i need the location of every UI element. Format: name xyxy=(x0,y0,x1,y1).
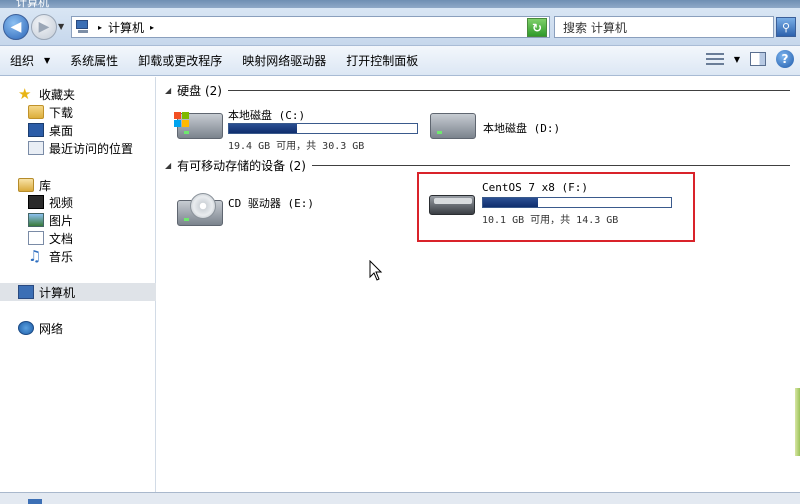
cd-drive-icon xyxy=(177,193,223,226)
sidebar-item-pictures[interactable]: 图片 xyxy=(28,211,156,229)
drive-d[interactable]: 本地磁盘 (D:) xyxy=(430,105,600,153)
address-row: ◀ ▶ ▼ ▸ 计算机 ▸ ▼ ↻ 搜索 计算机 ⚲ xyxy=(0,8,800,46)
video-icon xyxy=(28,195,44,209)
organize-button[interactable]: 组织 ▼ xyxy=(0,46,60,75)
search-input[interactable]: 搜索 计算机 xyxy=(554,16,774,38)
hard-drive-icon xyxy=(430,113,476,139)
library-icon xyxy=(18,178,34,192)
command-bar: 组织 ▼ 系统属性 卸载或更改程序 映射网络驱动器 打开控制面板 ▼ ? xyxy=(0,46,800,76)
refresh-button[interactable]: ↻ xyxy=(527,18,547,37)
sidebar-item-music[interactable]: ♫ 音乐 xyxy=(28,247,156,265)
status-bar xyxy=(0,492,800,504)
sidebar-item-network[interactable]: 网络 xyxy=(18,319,156,337)
preview-pane-icon[interactable] xyxy=(750,52,766,66)
windows-logo-icon xyxy=(174,112,190,128)
help-icon[interactable]: ? xyxy=(776,50,794,68)
sidebar-item-label: 库 xyxy=(39,178,52,193)
chevron-right-icon[interactable]: ▸ xyxy=(150,23,154,32)
drive-f-usage-fill xyxy=(483,198,538,207)
computer-icon xyxy=(76,20,92,34)
desktop-edge xyxy=(795,388,800,456)
cd-disc-icon xyxy=(190,193,216,219)
group-divider xyxy=(227,89,790,91)
sidebar-item-label: 网络 xyxy=(39,321,64,336)
sidebar-item-desktop[interactable]: 桌面 xyxy=(28,121,156,139)
drive-e[interactable]: CD 驱动器 (E:) xyxy=(177,184,377,234)
sidebar-item-downloads[interactable]: 下载 xyxy=(28,103,156,121)
drive-e-name: CD 驱动器 (E:) xyxy=(228,197,314,210)
uninstall-program-button[interactable]: 卸载或更改程序 xyxy=(128,46,232,75)
pictures-icon xyxy=(28,213,44,227)
collapse-triangle-icon[interactable]: ◢ xyxy=(165,86,171,95)
sidebar-item-label: 视频 xyxy=(49,195,74,210)
group-header-removable[interactable]: ◢ 有可移动存储的设备 (2) xyxy=(165,157,790,173)
sidebar-item-label: 桌面 xyxy=(49,123,74,138)
search-icon[interactable]: ⚲ xyxy=(776,17,796,37)
window-title: 计算机 xyxy=(16,0,49,8)
sidebar-item-libraries[interactable]: 库 xyxy=(18,176,156,194)
chevron-down-icon: ▼ xyxy=(44,56,51,65)
star-icon: ★ xyxy=(18,85,32,103)
history-dropdown-icon[interactable]: ▼ xyxy=(58,22,64,31)
drive-f-name: CentOS 7 x8 (F:) xyxy=(482,181,588,194)
chevron-right-icon[interactable]: ▸ xyxy=(98,23,102,32)
system-properties-button[interactable]: 系统属性 xyxy=(60,46,128,75)
drive-c-free-space: 19.4 GB 可用，共 30.3 GB xyxy=(228,141,365,152)
open-control-panel-button[interactable]: 打开控制面板 xyxy=(336,46,428,75)
drive-f[interactable]: CentOS 7 x8 (F:) 10.1 GB 可用，共 14.3 GB xyxy=(429,179,679,235)
drive-d-name: 本地磁盘 (D:) xyxy=(483,122,561,135)
sidebar-item-label: 音乐 xyxy=(49,249,74,264)
forward-button[interactable]: ▶ xyxy=(31,14,57,40)
drive-c-name: 本地磁盘 (C:) xyxy=(228,109,306,122)
sidebar-item-favorites[interactable]: ★ 收藏夹 xyxy=(18,85,156,103)
title-bar: 计算机 xyxy=(0,0,800,8)
sidebar-item-label: 图片 xyxy=(49,213,74,228)
desktop-icon xyxy=(28,123,44,137)
sidebar-item-documents[interactable]: 文档 xyxy=(28,229,156,247)
sidebar-item-label: 最近访问的位置 xyxy=(49,141,134,156)
group-title: 硬盘 (2) xyxy=(177,83,222,98)
view-options-dropdown-icon[interactable]: ▼ xyxy=(734,55,740,64)
downloads-folder-icon xyxy=(28,105,44,119)
drive-c-usage-fill xyxy=(229,124,297,133)
mouse-cursor-icon xyxy=(369,260,383,281)
sidebar-item-computer[interactable]: 计算机 xyxy=(0,283,156,301)
breadcrumb-computer[interactable]: 计算机 xyxy=(108,19,144,36)
hard-drive-icon xyxy=(174,112,223,139)
drive-c-usage-bar xyxy=(228,123,418,134)
documents-icon xyxy=(28,231,44,245)
sidebar-item-label: 收藏夹 xyxy=(39,87,76,102)
recent-places-icon xyxy=(28,141,44,155)
sidebar-item-videos[interactable]: 视频 xyxy=(28,193,156,211)
music-note-icon: ♫ xyxy=(28,247,42,265)
drive-f-usage-bar xyxy=(482,197,672,208)
collapse-triangle-icon[interactable]: ◢ xyxy=(165,161,171,170)
usb-drive-icon xyxy=(429,195,475,215)
change-view-icon[interactable] xyxy=(705,52,724,66)
sidebar-item-recent-places[interactable]: 最近访问的位置 xyxy=(28,139,156,157)
network-icon xyxy=(18,321,34,335)
computer-icon xyxy=(28,499,42,504)
drive-c[interactable]: 本地磁盘 (C:) 19.4 GB 可用，共 30.3 GB xyxy=(174,105,418,153)
address-bar[interactable]: ▸ 计算机 ▸ ▼ xyxy=(71,16,550,38)
drive-f-free-space: 10.1 GB 可用，共 14.3 GB xyxy=(482,215,619,226)
content-pane: ◢ 硬盘 (2) 本地磁盘 (C:) 19.4 GB 可用，共 30.3 GB … xyxy=(157,77,800,492)
navigation-pane: ★ 收藏夹 下载 桌面 最近访问的位置 库 视频 图片 文档 ♫ 音乐 计算机 … xyxy=(0,77,156,492)
sidebar-item-label: 下载 xyxy=(49,105,74,120)
group-title: 有可移动存储的设备 (2) xyxy=(177,158,306,173)
computer-icon xyxy=(18,285,34,299)
back-button[interactable]: ◀ xyxy=(3,14,29,40)
organize-label: 组织 xyxy=(10,54,35,68)
sidebar-item-label: 文档 xyxy=(49,231,74,246)
map-network-drive-button[interactable]: 映射网络驱动器 xyxy=(232,46,336,75)
sidebar-item-label: 计算机 xyxy=(39,285,76,300)
group-header-hard-disks[interactable]: ◢ 硬盘 (2) xyxy=(165,82,790,98)
group-divider xyxy=(311,164,790,166)
